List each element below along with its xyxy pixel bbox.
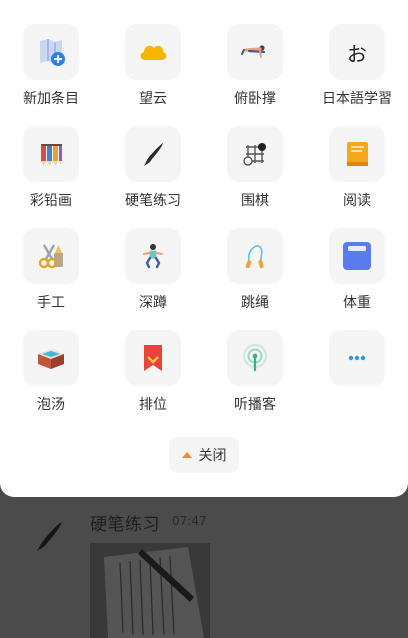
grid-item-label: 排位: [139, 397, 167, 413]
grid-item-label: 硬笔练习: [125, 193, 181, 209]
grid-item-japanese[interactable]: お 日本語学習: [306, 24, 408, 126]
grid-item-label: 阅读: [343, 193, 371, 209]
close-button-label: 关闭: [198, 448, 227, 464]
scissors-icon[interactable]: [23, 228, 79, 284]
hiragana-glyph: お: [347, 41, 367, 66]
grid-item-label: 体重: [343, 295, 371, 311]
quick-add-panel: 新加条目 望云 俯卧撑 お 日本語学習 彩铅画 硬笔练习 围棋 阅读 手工 深蹲…: [0, 0, 408, 497]
squat-icon[interactable]: [125, 228, 181, 284]
hiragana-o-icon[interactable]: お: [329, 24, 385, 80]
grid-item-label: 围棋: [241, 193, 269, 209]
go-board-icon[interactable]: [227, 126, 283, 182]
pen-icon[interactable]: [125, 126, 181, 182]
grid-item-cloud-watching[interactable]: 望云: [102, 24, 204, 126]
grid-item-colored-pencil[interactable]: 彩铅画: [0, 126, 102, 228]
grid-item-bath[interactable]: 泡汤: [0, 330, 102, 432]
grid-item-label: 俯卧撑: [234, 91, 276, 107]
grid-item-label: 泡汤: [37, 397, 65, 413]
grid-item-label: 听播客: [234, 397, 276, 413]
grid-item-more[interactable]: [306, 330, 408, 432]
grid-item-ranking[interactable]: 排位: [102, 330, 204, 432]
bath-icon[interactable]: [23, 330, 79, 386]
grid-item-weight[interactable]: 体重: [306, 228, 408, 330]
grid-item-podcast[interactable]: 听播客: [204, 330, 306, 432]
colored-pencils-icon[interactable]: [23, 126, 79, 182]
close-button[interactable]: 关闭: [169, 437, 239, 473]
push-up-icon[interactable]: [227, 24, 283, 80]
grid-item-new-entry[interactable]: 新加条目: [0, 24, 102, 126]
grid-item-push-up[interactable]: 俯卧撑: [204, 24, 306, 126]
grid-item-label: 望云: [139, 91, 167, 107]
grid-item-label: 新加条目: [23, 91, 79, 107]
more-icon[interactable]: [329, 330, 385, 386]
grid-item-jump-rope[interactable]: 跳绳: [204, 228, 306, 330]
grid-item-handcraft[interactable]: 手工: [0, 228, 102, 330]
entry-time: 07:47: [172, 514, 207, 528]
podcast-icon[interactable]: [227, 330, 283, 386]
grid-item-reading[interactable]: 阅读: [306, 126, 408, 228]
grid-item-label: 日本語学習: [322, 91, 392, 107]
grid-item-label: 深蹲: [139, 295, 167, 311]
grid-item-squat[interactable]: 深蹲: [102, 228, 204, 330]
entry-photo[interactable]: [90, 543, 210, 638]
grid-item-label: 彩铅画: [30, 193, 72, 209]
grid-item-label: 手工: [37, 295, 65, 311]
rank-ribbon-icon[interactable]: [125, 330, 181, 386]
grid-item-go[interactable]: 围棋: [204, 126, 306, 228]
grid-item-pen-practice[interactable]: 硬笔练习: [102, 126, 204, 228]
caret-up-icon: [181, 451, 192, 459]
scale-icon[interactable]: [329, 228, 385, 284]
book-icon[interactable]: [329, 126, 385, 182]
habit-grid: 新加条目 望云 俯卧撑 お 日本語学習 彩铅画 硬笔练习 围棋 阅读 手工 深蹲…: [0, 24, 408, 432]
grid-item-label: 跳绳: [241, 295, 269, 311]
cloud-icon[interactable]: [125, 24, 181, 80]
entry-title: 硬笔练习: [90, 515, 160, 535]
add-entry-icon[interactable]: [23, 24, 79, 80]
pen-icon: [28, 516, 68, 556]
jump-rope-icon[interactable]: [227, 228, 283, 284]
